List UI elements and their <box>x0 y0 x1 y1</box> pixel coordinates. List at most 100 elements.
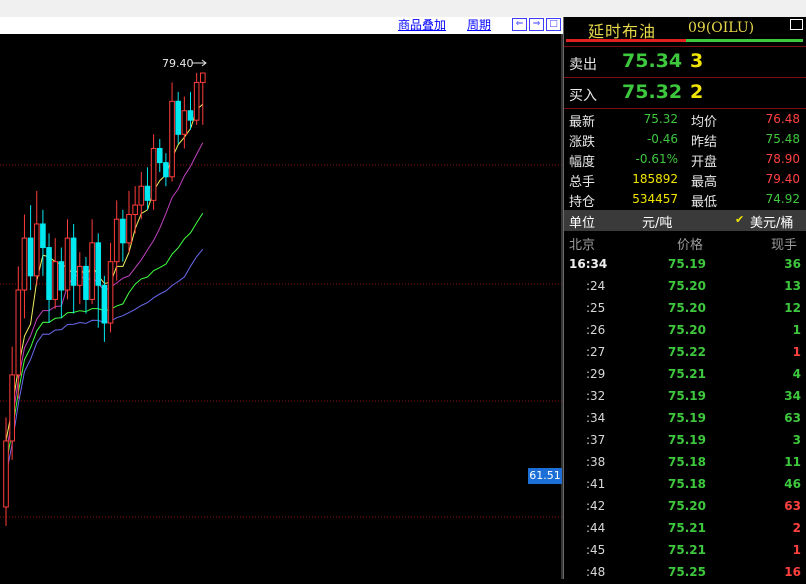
tick-volume: 13 <box>784 279 801 293</box>
tick-row[interactable]: :32 75.19 34 <box>564 386 806 408</box>
tick-price: 75.20 <box>668 499 706 513</box>
tick-price: 75.20 <box>668 301 706 315</box>
tick-header-volume: 现手 <box>771 238 798 253</box>
unit-alt-toggle[interactable]: 美元/桶 <box>750 212 793 231</box>
accent-bar-green <box>686 39 803 42</box>
candle-body <box>64 237 71 291</box>
tick-volume: 63 <box>784 411 801 425</box>
stat-value: 79.40 <box>765 172 800 186</box>
tick-header: 北京 价格 现手 <box>564 232 806 253</box>
tick-header-time: 北京 <box>569 238 596 253</box>
peak-label: 79.40 <box>162 57 194 70</box>
candle-body <box>132 204 138 216</box>
stat-label: 均价 <box>691 115 718 130</box>
stat-value: -0.46 <box>646 132 678 146</box>
stat-value: -0.61% <box>635 152 678 166</box>
tick-row[interactable]: :48 75.25 16 <box>564 562 806 584</box>
tick-row[interactable]: :45 75.21 1 <box>564 540 806 562</box>
candle-body <box>138 185 145 206</box>
tick-row[interactable]: :37 75.19 3 <box>564 430 806 452</box>
tick-row[interactable]: :38 75.18 11 <box>564 452 806 474</box>
tick-time: :42 <box>586 499 606 513</box>
stat-value: 75.48 <box>765 132 800 146</box>
buy-volume: 2 <box>690 81 704 103</box>
quote-panel: 延时布油 09(OILU) 卖出 75.34 3 买入 75.32 2 最新 75… <box>563 17 806 579</box>
tick-volume: 1 <box>792 323 801 337</box>
sell-price: 75.34 <box>622 50 683 72</box>
candle-body <box>52 261 59 300</box>
stat-value: 74.92 <box>765 192 800 206</box>
tick-time: :38 <box>586 455 606 469</box>
candle-body <box>21 237 28 291</box>
tick-volume: 11 <box>784 455 801 469</box>
tick-volume: 16 <box>784 565 801 579</box>
stat-value: 185892 <box>632 172 678 186</box>
candle-body <box>46 247 52 300</box>
tick-price: 75.18 <box>668 477 706 491</box>
unit-value: 元/吨 <box>642 216 673 231</box>
tick-price: 75.19 <box>668 411 706 425</box>
tick-row[interactable]: :42 75.20 63 <box>564 496 806 518</box>
stat-label: 最新 <box>569 115 596 130</box>
stat-label: 总手 <box>569 175 596 190</box>
check-icon: ✔ <box>735 213 745 226</box>
tick-row[interactable]: :25 75.20 12 <box>564 298 806 320</box>
tick-time: :37 <box>586 433 606 447</box>
tick-volume: 63 <box>784 499 801 513</box>
candle-body <box>175 100 181 135</box>
tick-row[interactable]: :24 75.20 13 <box>564 276 806 298</box>
tick-volume: 34 <box>784 389 801 403</box>
candle-body <box>15 289 22 376</box>
unit-bar: 单位 元/吨 ✔ 美元/桶 <box>564 210 806 231</box>
tick-price: 75.22 <box>668 345 706 359</box>
tick-price: 75.19 <box>668 389 706 403</box>
candle-body <box>70 237 77 286</box>
tick-price: 75.19 <box>668 257 706 271</box>
candle-body <box>187 110 194 121</box>
tick-volume: 3 <box>792 433 801 447</box>
candle-body <box>156 147 163 164</box>
tick-header-price: 价格 <box>677 238 704 253</box>
kline-svg[interactable]: 79.40 <box>0 17 563 579</box>
tick-volume: 4 <box>792 367 801 381</box>
tick-time: :34 <box>586 411 606 425</box>
price-gridlines <box>0 34 563 579</box>
tick-time: 16:34 <box>569 257 608 271</box>
sell-row[interactable]: 卖出 75.34 3 <box>564 46 806 76</box>
tick-row[interactable]: 16:34 75.19 36 <box>564 254 806 276</box>
stats-box: 最新 75.32 均价 76.48 涨跌 -0.46 昨结 75.48 幅度 -0.61% 开盘 78… <box>564 108 806 211</box>
tick-volume: 1 <box>792 543 801 557</box>
buy-row[interactable]: 买入 75.32 2 <box>564 77 806 107</box>
candle-body <box>89 242 95 300</box>
candle-body <box>58 261 65 291</box>
candle-body <box>9 374 15 442</box>
instrument-code: 09(OILU) <box>688 20 755 36</box>
candle-body <box>101 284 108 324</box>
kline-chart-area[interactable]: 商品叠加 周期 ⇐ ⇒ □ 79.40 61.51 <box>0 17 563 579</box>
tick-row[interactable]: :44 75.21 2 <box>564 518 806 540</box>
buy-price: 75.32 <box>622 81 683 103</box>
tick-time: :29 <box>586 367 606 381</box>
stat-value: 75.32 <box>643 112 678 126</box>
tick-price: 75.21 <box>668 367 706 381</box>
tick-time: :41 <box>586 477 606 491</box>
candle-body <box>113 218 120 263</box>
tick-price: 75.25 <box>668 565 706 579</box>
window-restore-icon[interactable] <box>790 19 803 30</box>
candle-body <box>120 218 126 244</box>
tick-time: :25 <box>586 301 606 315</box>
candle-body <box>27 237 34 277</box>
tick-row[interactable]: :29 75.21 4 <box>564 364 806 386</box>
sell-label: 卖出 <box>569 57 597 73</box>
tick-volume: 36 <box>784 257 801 271</box>
stat-label: 开盘 <box>691 155 718 170</box>
tick-time: :44 <box>586 521 606 535</box>
tick-row[interactable]: :26 75.20 1 <box>564 320 806 342</box>
tick-price: 75.19 <box>668 433 706 447</box>
tick-row[interactable]: :27 75.22 1 <box>564 342 806 364</box>
window-top-strip <box>0 0 806 17</box>
stat-label: 幅度 <box>569 155 596 170</box>
tick-time: :24 <box>586 279 606 293</box>
tick-row[interactable]: :34 75.19 63 <box>564 408 806 430</box>
tick-row[interactable]: :41 75.18 46 <box>564 474 806 496</box>
